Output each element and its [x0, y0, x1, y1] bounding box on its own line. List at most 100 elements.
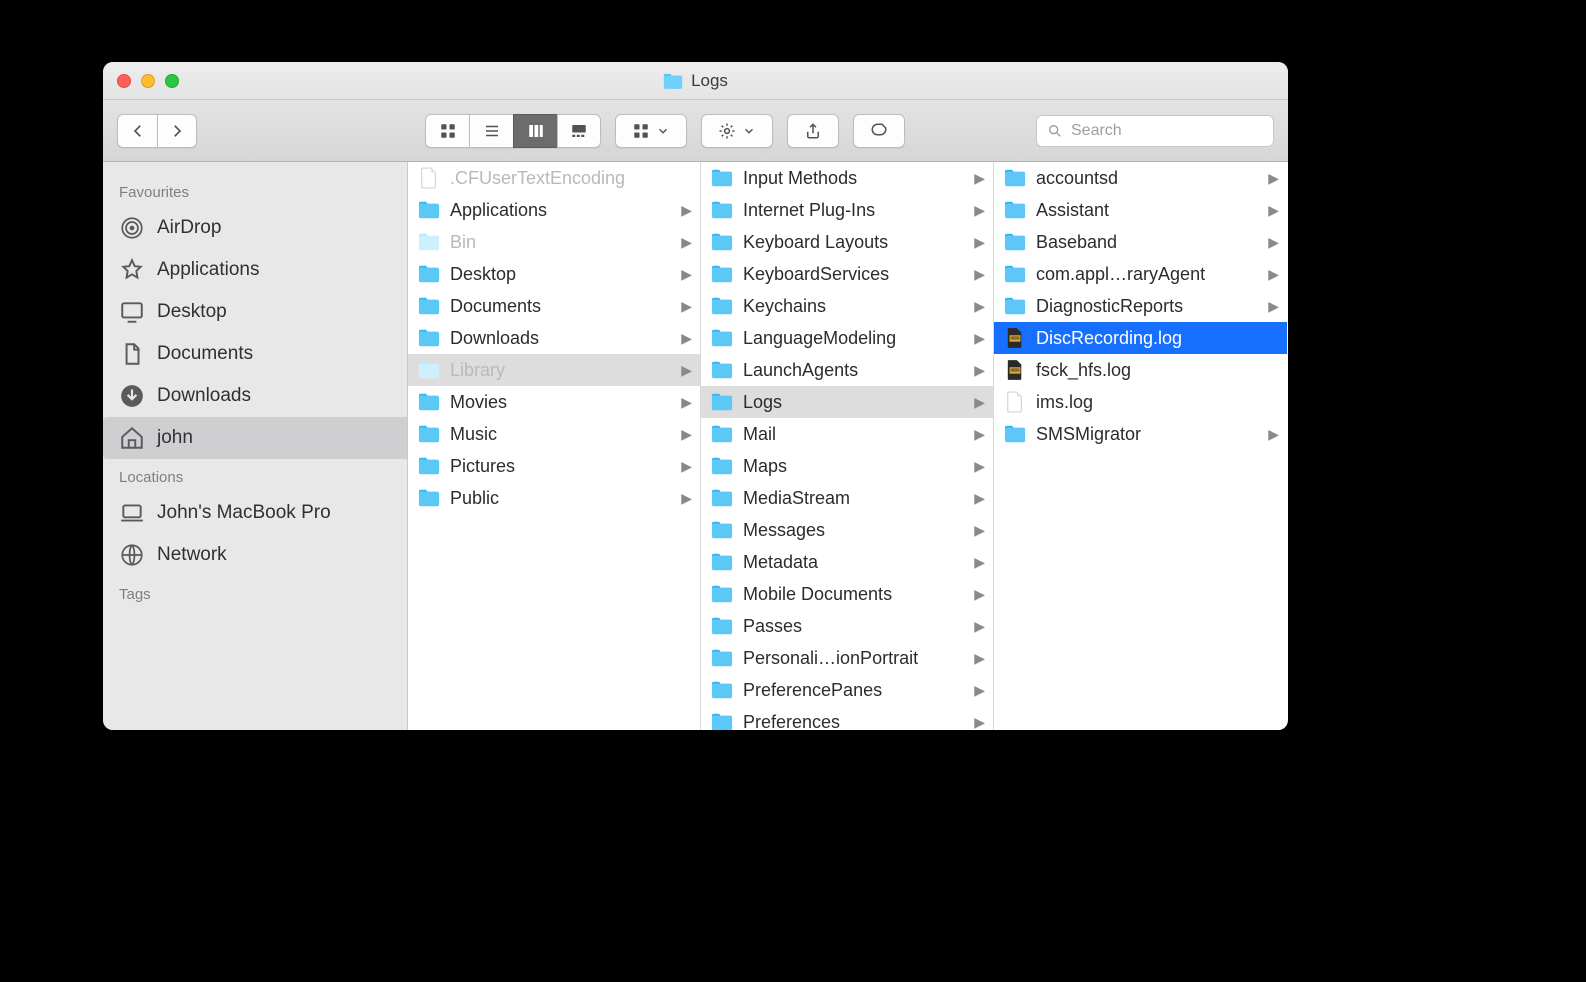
folder-icon: [418, 393, 440, 411]
chevron-left-icon: [129, 122, 147, 140]
folder-row[interactable]: DiagnosticReports▶: [994, 290, 1287, 322]
folder-row[interactable]: Passes▶: [701, 610, 993, 642]
folder-row[interactable]: Messages▶: [701, 514, 993, 546]
sidebar-item-john[interactable]: john: [103, 417, 407, 459]
disclosure-arrow-icon: ▶: [681, 426, 692, 443]
folder-row[interactable]: Music▶: [408, 418, 700, 450]
sidebar-item-applications[interactable]: Applications: [103, 249, 407, 291]
sidebar-item-label: Desktop: [157, 301, 227, 323]
folder-row[interactable]: Keychains▶: [701, 290, 993, 322]
file-row[interactable]: DiscRecording.log▶: [994, 322, 1287, 354]
folder-row[interactable]: Downloads▶: [408, 322, 700, 354]
folder-icon: [711, 169, 733, 187]
folder-row[interactable]: Public▶: [408, 482, 700, 514]
folder-row[interactable]: Mobile Documents▶: [701, 578, 993, 610]
disclosure-arrow-icon: ▶: [974, 458, 985, 475]
forward-button[interactable]: [157, 114, 197, 148]
folder-row[interactable]: Pictures▶: [408, 450, 700, 482]
view-gallery-button[interactable]: [557, 114, 601, 148]
folder-row[interactable]: KeyboardServices▶: [701, 258, 993, 290]
sidebar-item-network[interactable]: Network: [103, 534, 407, 576]
sidebar-item-desktop[interactable]: Desktop: [103, 291, 407, 333]
nav-buttons: [117, 114, 197, 148]
folder-icon: [711, 553, 733, 571]
sidebar-item-label: Network: [157, 544, 227, 566]
folder-row[interactable]: PreferencePanes▶: [701, 674, 993, 706]
folder-row[interactable]: MediaStream▶: [701, 482, 993, 514]
folder-row[interactable]: com.appl…raryAgent▶: [994, 258, 1287, 290]
folder-row[interactable]: Input Methods▶: [701, 162, 993, 194]
share-button[interactable]: [787, 114, 839, 148]
sidebar-item-john-s-macbook-pro[interactable]: John's MacBook Pro: [103, 492, 407, 534]
view-icon-button[interactable]: [425, 114, 469, 148]
search-icon: [1047, 122, 1063, 140]
folder-icon: [711, 713, 733, 730]
tags-button[interactable]: [853, 114, 905, 148]
item-label: Library: [450, 360, 690, 381]
sidebar: Favourites AirDrop Applications Desktop Docu…: [103, 162, 408, 730]
folder-row[interactable]: SMSMigrator▶: [994, 418, 1287, 450]
folder-row[interactable]: Applications▶: [408, 194, 700, 226]
file-row[interactable]: .CFUserTextEncoding▶: [408, 162, 700, 194]
folder-icon: [1004, 169, 1026, 187]
sidebar-item-label: John's MacBook Pro: [157, 502, 331, 524]
close-window-button[interactable]: [117, 74, 131, 88]
folder-row[interactable]: Preferences▶: [701, 706, 993, 730]
sidebar-item-label: AirDrop: [157, 217, 221, 239]
folder-row[interactable]: LanguageModeling▶: [701, 322, 993, 354]
sidebar-item-airdrop[interactable]: AirDrop: [103, 207, 407, 249]
folder-icon: [418, 457, 440, 475]
back-button[interactable]: [117, 114, 157, 148]
view-column-button[interactable]: [513, 114, 557, 148]
folder-row[interactable]: Bin▶: [408, 226, 700, 258]
folder-icon: [711, 681, 733, 699]
folder-row[interactable]: Library▶: [408, 354, 700, 386]
log-file-icon: [1004, 361, 1026, 379]
sidebar-item-downloads[interactable]: Downloads: [103, 375, 407, 417]
folder-icon: [1004, 425, 1026, 443]
share-icon: [804, 122, 822, 140]
search-input[interactable]: [1071, 122, 1263, 140]
disclosure-arrow-icon: ▶: [681, 458, 692, 475]
item-label: Baseband: [1036, 232, 1277, 253]
folder-row[interactable]: LaunchAgents▶: [701, 354, 993, 386]
file-row[interactable]: ims.log▶: [994, 386, 1287, 418]
zoom-window-button[interactable]: [165, 74, 179, 88]
disclosure-arrow-icon: ▶: [974, 426, 985, 443]
item-label: Mail: [743, 424, 983, 445]
item-label: Messages: [743, 520, 983, 541]
search-field[interactable]: [1036, 115, 1274, 147]
folder-row[interactable]: accountsd▶: [994, 162, 1287, 194]
folder-row[interactable]: Logs▶: [701, 386, 993, 418]
folder-row[interactable]: Personali…ionPortrait▶: [701, 642, 993, 674]
folder-row[interactable]: Mail▶: [701, 418, 993, 450]
folder-icon: [711, 393, 733, 411]
sidebar-section-header: Favourites: [103, 174, 407, 207]
minimize-window-button[interactable]: [141, 74, 155, 88]
folder-row[interactable]: Keyboard Layouts▶: [701, 226, 993, 258]
folder-row[interactable]: Desktop▶: [408, 258, 700, 290]
view-list-button[interactable]: [469, 114, 513, 148]
item-label: DiscRecording.log: [1036, 328, 1277, 349]
file-row[interactable]: fsck_hfs.log▶: [994, 354, 1287, 386]
folder-row[interactable]: Maps▶: [701, 450, 993, 482]
disclosure-arrow-icon: ▶: [1268, 298, 1279, 315]
folder-row[interactable]: Assistant▶: [994, 194, 1287, 226]
folder-row[interactable]: Movies▶: [408, 386, 700, 418]
view-mode-buttons: [425, 114, 601, 148]
folder-row[interactable]: Metadata▶: [701, 546, 993, 578]
item-label: Maps: [743, 456, 983, 477]
action-menu-button[interactable]: [701, 114, 773, 148]
folder-row[interactable]: Baseband▶: [994, 226, 1287, 258]
folder-row[interactable]: Documents▶: [408, 290, 700, 322]
folder-icon: [711, 425, 733, 443]
group-by-button[interactable]: [615, 114, 687, 148]
sidebar-item-documents[interactable]: Documents: [103, 333, 407, 375]
folder-icon: [711, 457, 733, 475]
folder-row[interactable]: Internet Plug-Ins▶: [701, 194, 993, 226]
disclosure-arrow-icon: ▶: [974, 170, 985, 187]
list-view-icon: [483, 122, 501, 140]
sidebar-section-header: Tags: [103, 576, 407, 609]
item-label: Metadata: [743, 552, 983, 573]
file-icon: [418, 169, 440, 187]
